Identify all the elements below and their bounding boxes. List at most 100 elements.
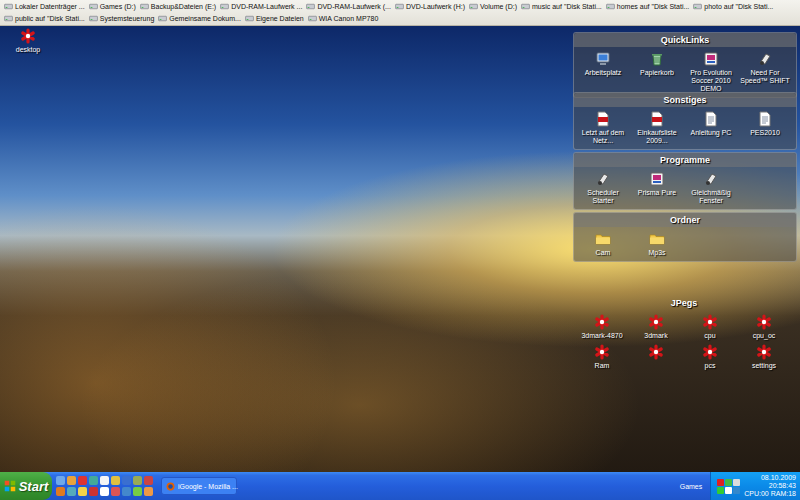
fence-item-label: cpu_oc <box>753 332 776 340</box>
quick-launch-icon[interactable] <box>56 487 65 496</box>
fence[interactable]: JPegs 3dmark-48703dmarkcpu cpu_oc Ram pcsset… <box>573 296 795 374</box>
fence-item-label: Anleitung PC <box>691 129 732 137</box>
drive-shortcut[interactable]: DVD-RAM-Laufwerk ... <box>220 2 302 11</box>
clock[interactable]: 08.10.200920:58:43CPU:00 RAM:18 <box>744 474 796 497</box>
drive-label: Games (D:) <box>100 3 136 10</box>
quick-launch-icon[interactable] <box>144 476 153 485</box>
fence-item[interactable]: PES2010 <box>738 111 792 145</box>
fence-item[interactable]: Ram <box>575 344 629 370</box>
task-label: iGoogle - Mozilla ... <box>178 483 238 490</box>
tray-icon[interactable] <box>733 487 740 494</box>
fence-item[interactable]: Gleichmäßig Fenster <box>684 171 738 205</box>
fence-item[interactable]: Anleitung PC <box>684 111 738 145</box>
quick-launch-icon[interactable] <box>56 476 65 485</box>
quick-launch-icon[interactable] <box>122 476 131 485</box>
tray-icon[interactable] <box>725 479 732 486</box>
fence-item[interactable]: Prisma Pure <box>630 171 684 205</box>
drive-shortcut[interactable]: public auf "Disk Stati... <box>4 14 85 23</box>
quick-launch-icon[interactable] <box>133 487 142 496</box>
fence-item[interactable]: cpu <box>683 314 737 340</box>
fence-items: 3dmark-48703dmarkcpu cpu_oc Ram pcssettings <box>573 310 795 374</box>
fence-item-label: Scheduler Starter <box>576 189 630 205</box>
fence-item[interactable]: 3dmark-4870 <box>575 314 629 340</box>
drive-icon <box>521 2 530 11</box>
fence-items: Scheduler StarterPrisma PureGleichmäßig … <box>574 167 796 209</box>
fence-item-label: Gleichmäßig Fenster <box>684 189 738 205</box>
game-icon <box>703 51 719 67</box>
drive-shortcut[interactable]: DVD-Laufwerk (H:) <box>395 2 465 11</box>
start-button[interactable]: Start <box>0 472 52 500</box>
fence-item-label: PES2010 <box>750 129 780 137</box>
fence-item[interactable]: Cam <box>576 231 630 257</box>
drive-shortcut[interactable]: photo auf "Disk Stati... <box>693 2 773 11</box>
drive-shortcut[interactable]: Games (D:) <box>89 2 136 11</box>
drive-shortcut[interactable]: Eigene Dateien <box>245 14 304 23</box>
image-file-icon <box>702 344 718 360</box>
fence-item[interactable] <box>629 344 683 370</box>
fence-item[interactable]: Arbeitsplatz <box>576 51 630 93</box>
toolbar-label[interactable]: Games <box>672 472 711 500</box>
tray-icon[interactable] <box>725 487 732 494</box>
fence-item[interactable]: Papierkorb <box>630 51 684 93</box>
drive-shortcut[interactable]: DVD-RAM-Laufwerk (... <box>306 2 391 11</box>
toolbar-row: public auf "Disk Stati... Systemsteuerung… <box>4 13 796 24</box>
drive-shortcut[interactable]: Systemsteuerung <box>89 14 154 23</box>
drive-shortcut[interactable]: homes auf "Disk Stati... <box>606 2 690 11</box>
fence-item[interactable]: Einkaufsliste 2009... <box>630 111 684 145</box>
fence-item[interactable]: 3dmark <box>629 314 683 340</box>
tray-icon[interactable] <box>717 479 724 486</box>
fence-item[interactable]: Scheduler Starter <box>576 171 630 205</box>
image-file-icon <box>756 344 772 360</box>
fence-item[interactable]: Need For Speed™ SHIFT <box>738 51 792 93</box>
fence-title[interactable]: QuickLinks <box>574 33 796 47</box>
drive-shortcut[interactable]: Backup&Dateien (E:) <box>140 2 216 11</box>
quick-launch-icon[interactable] <box>133 476 142 485</box>
fence[interactable]: Sonstiges Letzt auf dem Netz...Einkaufsli… <box>573 92 797 150</box>
desktop-icon[interactable]: desktop <box>3 28 53 54</box>
drive-shortcut[interactable]: music auf "Disk Stati... <box>521 2 602 11</box>
system-tray: 08.10.200920:58:43CPU:00 RAM:18 <box>710 472 800 500</box>
fence[interactable]: Ordner CamMp3s <box>573 212 797 262</box>
drive-shortcut[interactable]: Volume (D:) <box>469 2 517 11</box>
drive-icon <box>158 14 167 23</box>
drive-shortcut[interactable]: Lokaler Datenträger ... <box>4 2 85 11</box>
fence-item[interactable]: Mp3s <box>630 231 684 257</box>
tray-icon[interactable] <box>717 487 724 494</box>
fence-item-label: Arbeitsplatz <box>585 69 622 77</box>
fence-item[interactable]: pcs <box>683 344 737 370</box>
quick-launch-icon[interactable] <box>89 476 98 485</box>
drive-shortcut[interactable]: Gemeinsame Dokum... <box>158 14 241 23</box>
drive-icon <box>606 2 615 11</box>
quick-launch-icon[interactable] <box>67 476 76 485</box>
task-list: iGoogle - Mozilla ... <box>157 472 672 500</box>
fence-title[interactable]: Ordner <box>574 213 796 227</box>
task-button[interactable]: iGoogle - Mozilla ... <box>161 477 237 495</box>
quick-launch-icon[interactable] <box>67 487 76 496</box>
quick-launch-icon[interactable] <box>100 487 109 496</box>
folder-icon <box>649 231 665 247</box>
fence[interactable]: ProgrammeScheduler StarterPrisma PureGle… <box>573 152 797 210</box>
quick-launch-icon[interactable] <box>78 476 87 485</box>
image-file-icon <box>702 314 718 330</box>
clock-time: 20:58:43 <box>744 482 796 490</box>
fence-item-label: Letzt auf dem Netz... <box>576 129 630 145</box>
fence-item[interactable]: cpu_oc <box>737 314 791 340</box>
quick-launch-icon[interactable] <box>89 487 98 496</box>
fence[interactable]: QuickLinks Arbeitsplatz PapierkorbPro Evol… <box>573 32 797 98</box>
drive-shortcut[interactable]: WIA Canon MP780 <box>308 14 379 23</box>
fence-item[interactable]: settings <box>737 344 791 370</box>
fence-item[interactable]: Pro Evolution Soccer 2010 DEMO <box>684 51 738 93</box>
quick-launch-icon[interactable] <box>122 487 131 496</box>
drive-icon <box>693 2 702 11</box>
drive-icon <box>89 14 98 23</box>
quick-launch-icon[interactable] <box>78 487 87 496</box>
fence-item[interactable]: Letzt auf dem Netz... <box>576 111 630 145</box>
quick-launch-icon[interactable] <box>144 487 153 496</box>
fence-title[interactable]: Programme <box>574 153 796 167</box>
fence-title[interactable]: Sonstiges <box>574 93 796 107</box>
quick-launch-icon[interactable] <box>111 476 120 485</box>
quick-launch-icon[interactable] <box>100 476 109 485</box>
fence-title[interactable]: JPegs <box>573 296 795 310</box>
quick-launch-icon[interactable] <box>111 487 120 496</box>
tray-icon[interactable] <box>733 479 740 486</box>
